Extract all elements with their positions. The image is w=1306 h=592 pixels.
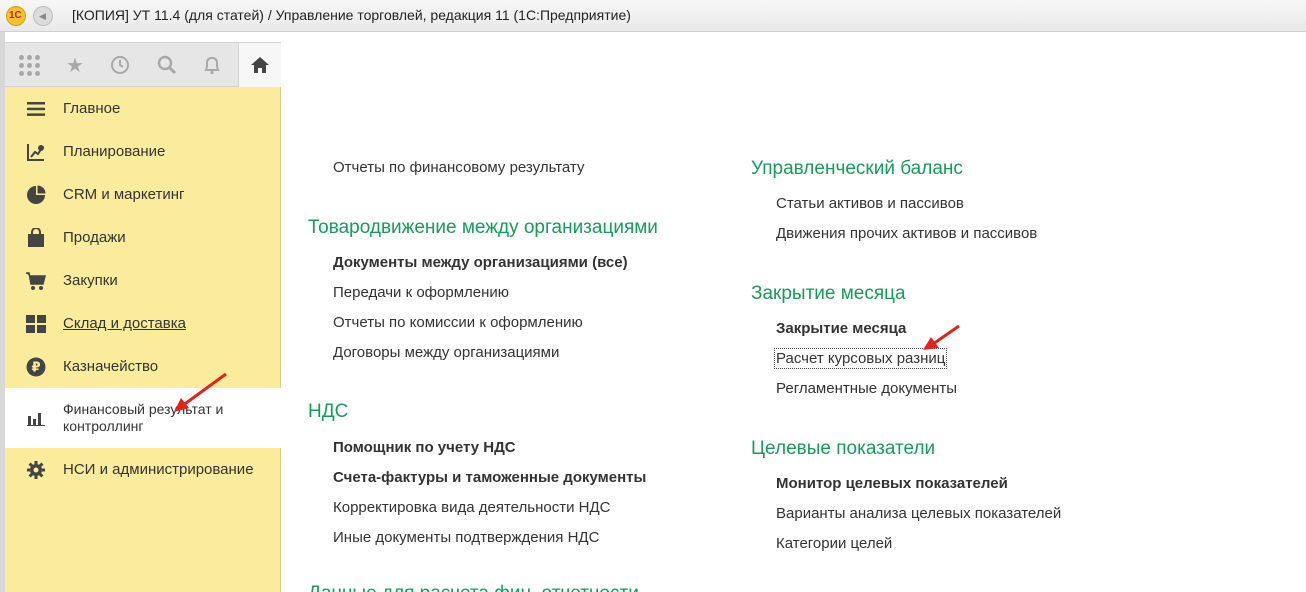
link-month-closing[interactable]: Закрытие месяца <box>776 320 906 337</box>
link-vat-assistant[interactable]: Помощник по учету НДС <box>333 439 516 456</box>
bar-chart-icon <box>25 407 47 429</box>
sidebar-item-label: Закупки <box>63 271 118 289</box>
link-transfers-to-register[interactable]: Передачи к оформлению <box>333 284 509 301</box>
top-toolbar: ★ <box>5 42 281 87</box>
link-exchange-rate-differences[interactable]: Расчет курсовых разниц <box>773 348 948 369</box>
app-logo-icon[interactable]: 1С <box>6 6 26 26</box>
sidebar-item-label: НСИ и администрирование <box>63 460 254 478</box>
sidebar-item-admin[interactable]: НСИ и администрирование <box>5 448 281 491</box>
bag-icon <box>25 227 47 249</box>
nav-back-icon[interactable]: ◀ <box>33 6 53 26</box>
ruble-icon: ₽ <box>25 356 47 378</box>
sidebar-item-crm[interactable]: CRM и маркетинг <box>5 173 281 216</box>
sidebar-item-purchases[interactable]: Закупки <box>5 259 281 302</box>
link-vat-confirmation-docs[interactable]: Иные документы подтверждения НДС <box>333 529 599 546</box>
pie-chart-icon <box>25 184 47 206</box>
apps-grid-icon[interactable] <box>15 51 43 79</box>
bell-icon[interactable] <box>198 51 226 79</box>
sidebar-item-label: Финансовый результат и контроллинг <box>63 401 223 435</box>
cart-icon <box>25 270 47 292</box>
sidebar-item-warehouse[interactable]: Склад и доставка <box>5 302 281 345</box>
sidebar-item-sales[interactable]: Продажи <box>5 216 281 259</box>
link-other-assets-movements[interactable]: Движения прочих активов и пассивов <box>776 225 1037 242</box>
section-title-management-balance: Управленческий баланс <box>751 158 963 179</box>
sidebar-item-treasury[interactable]: ₽ Казначейство <box>5 345 281 388</box>
sidebar-item-label-line1: Финансовый результат и <box>63 401 224 417</box>
sidebar-item-label: Планирование <box>63 142 166 160</box>
planning-icon <box>25 141 47 163</box>
search-icon[interactable] <box>153 51 181 79</box>
sidebar-item-label: Казначейство <box>63 357 159 375</box>
sidebar-item-label: Склад и доставка <box>63 314 186 332</box>
svg-text:₽: ₽ <box>31 360 40 375</box>
link-regulatory-documents[interactable]: Регламентные документы <box>776 380 957 397</box>
sidebar-item-planning[interactable]: Планирование <box>5 130 281 173</box>
section-title-intercompany: Товародвижение между организациями <box>308 217 658 238</box>
section-title-partial: Данные для расчета фин. отчетности <box>308 583 639 592</box>
section-content: Отчеты по финансовому результату Товарод… <box>282 42 1306 592</box>
history-icon[interactable] <box>106 51 134 79</box>
section-title-target-indicators: Целевые показатели <box>751 438 936 459</box>
window-title: [КОПИЯ] УТ 11.4 (для статей) / Управлени… <box>72 7 631 23</box>
gear-icon <box>25 459 47 481</box>
section-title-month-closing: Закрытие месяца <box>751 283 906 304</box>
sections-sidebar: Главное Планирование CRM и маркетинг Про… <box>5 87 281 592</box>
menu-lines-icon <box>25 98 47 120</box>
section-title-vat: НДС <box>308 401 349 422</box>
link-target-monitor[interactable]: Монитор целевых показателей <box>776 475 1008 492</box>
link-invoices-customs[interactable]: Счета-фактуры и таможенные документы <box>333 469 646 486</box>
sidebar-item-main[interactable]: Главное <box>5 87 281 130</box>
link-assets-liabilities-items[interactable]: Статьи активов и пассивов <box>776 195 964 212</box>
sidebar-item-label-line2: контроллинг <box>63 418 144 434</box>
sidebar-item-label: Продажи <box>63 228 126 246</box>
sidebar-item-label: Главное <box>63 99 121 117</box>
sidebar-item-label: CRM и маркетинг <box>63 185 185 203</box>
link-financial-result-reports[interactable]: Отчеты по финансовому результату <box>333 159 584 176</box>
sidebar-item-financial-result[interactable]: Финансовый результат и контроллинг <box>5 388 281 448</box>
home-icon[interactable] <box>238 43 281 87</box>
link-target-categories[interactable]: Категории целей <box>776 535 892 552</box>
warehouse-icon <box>25 313 47 335</box>
star-icon[interactable]: ★ <box>61 51 89 79</box>
link-intercompany-documents[interactable]: Документы между организациями (все) <box>333 254 628 271</box>
link-commission-reports[interactable]: Отчеты по комиссии к оформлению <box>333 314 583 331</box>
link-target-analysis-variants[interactable]: Варианты анализа целевых показателей <box>776 505 1061 522</box>
link-intercompany-contracts[interactable]: Договоры между организациями <box>333 344 559 361</box>
title-bar: 1С ◀ [КОПИЯ] УТ 11.4 (для статей) / Упра… <box>0 0 1306 32</box>
link-vat-activity-adjustment[interactable]: Корректировка вида деятельности НДС <box>333 499 610 516</box>
